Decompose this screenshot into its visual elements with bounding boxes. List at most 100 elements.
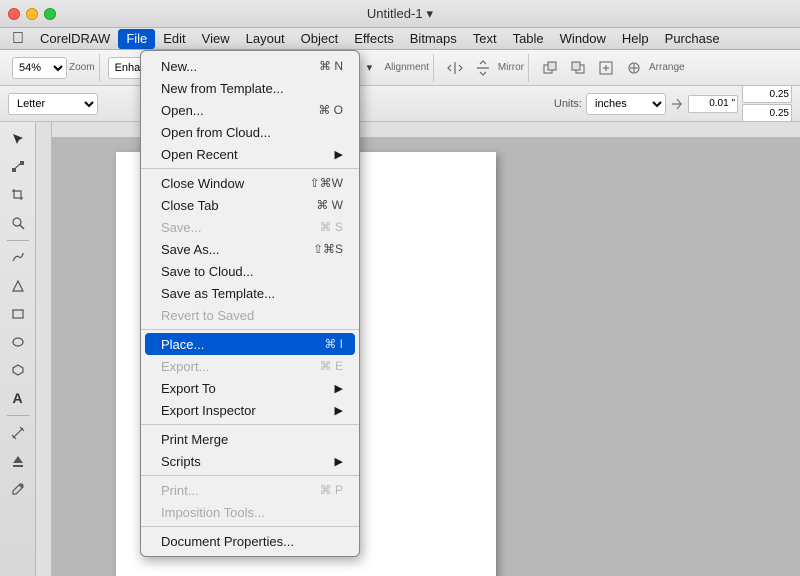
arrange-icon-2 bbox=[571, 61, 585, 75]
menu-sep-4 bbox=[141, 475, 359, 476]
close-button[interactable] bbox=[8, 8, 20, 20]
eyedrop-tool-btn[interactable] bbox=[5, 476, 31, 502]
menu-file[interactable]: File bbox=[118, 29, 155, 49]
units-label: Units: bbox=[554, 98, 582, 110]
maximize-button[interactable] bbox=[44, 8, 56, 20]
title-text: Untitled-1 bbox=[367, 6, 423, 21]
nudge-input-3[interactable] bbox=[742, 104, 792, 122]
ellipse-icon bbox=[11, 335, 25, 349]
polygon-tool-btn[interactable] bbox=[5, 357, 31, 383]
arrange-btn-3[interactable] bbox=[593, 56, 619, 80]
menu-print[interactable]: Print... ⌘ P bbox=[141, 479, 359, 501]
parallel-tool-btn[interactable] bbox=[5, 420, 31, 446]
traffic-lights bbox=[8, 8, 56, 20]
apple-menu[interactable]:  bbox=[4, 29, 32, 49]
menu-window[interactable]: Window bbox=[552, 29, 614, 49]
menu-close-window[interactable]: Close Window ⇧⌘W bbox=[141, 172, 359, 194]
select-icon bbox=[11, 132, 25, 146]
menu-bitmaps[interactable]: Bitmaps bbox=[402, 29, 465, 49]
mirror-group: Mirror bbox=[438, 54, 529, 82]
menu-edit[interactable]: Edit bbox=[155, 29, 193, 49]
crop-tool-btn[interactable] bbox=[5, 182, 31, 208]
arrange-group: Arrange bbox=[533, 54, 689, 82]
zoom-icon bbox=[11, 216, 25, 230]
menu-scripts[interactable]: Scripts ▶ bbox=[141, 450, 359, 472]
menu-open-cloud[interactable]: Open from Cloud... bbox=[141, 121, 359, 143]
node-tool-btn[interactable] bbox=[5, 154, 31, 180]
menubar:  CorelDRAW File Edit View Layout Object… bbox=[0, 28, 800, 50]
menu-sep-5 bbox=[141, 526, 359, 527]
ellipse-tool-btn[interactable] bbox=[5, 329, 31, 355]
node-icon bbox=[11, 160, 25, 174]
minimize-button[interactable] bbox=[26, 8, 38, 20]
menu-purchase[interactable]: Purchase bbox=[657, 29, 728, 49]
menu-effects[interactable]: Effects bbox=[346, 29, 402, 49]
parallel-icon bbox=[11, 426, 25, 440]
nudge-input-2[interactable] bbox=[742, 85, 792, 103]
mirror-h-btn[interactable] bbox=[442, 56, 468, 80]
menu-revert[interactable]: Revert to Saved bbox=[141, 304, 359, 326]
menu-open-recent[interactable]: Open Recent ▶ bbox=[141, 143, 359, 165]
menu-save-cloud[interactable]: Save to Cloud... bbox=[141, 260, 359, 282]
menu-export-to[interactable]: Export To ▶ bbox=[141, 377, 359, 399]
menu-view[interactable]: View bbox=[194, 29, 238, 49]
rect-icon bbox=[11, 307, 25, 321]
alignment-label: Alignment bbox=[384, 62, 428, 73]
zoom-group: 54% 100% 200% Zoom bbox=[8, 54, 100, 82]
arrange-btn-4[interactable] bbox=[621, 56, 647, 80]
menu-help[interactable]: Help bbox=[614, 29, 657, 49]
rect-tool-btn[interactable] bbox=[5, 301, 31, 327]
mirror-v-icon bbox=[475, 60, 491, 76]
menu-doc-props[interactable]: Document Properties... bbox=[141, 530, 359, 552]
toolbar-main: 54% 100% 200% Zoom Enhanced Normal Draft… bbox=[0, 50, 800, 86]
eyedrop-icon bbox=[11, 482, 25, 496]
title-chevron: ▾ bbox=[427, 6, 434, 22]
arrange-btn-1[interactable] bbox=[537, 56, 563, 80]
menu-save-as[interactable]: Save As... ⇧⌘S bbox=[141, 238, 359, 260]
crop-icon bbox=[11, 188, 25, 202]
tool-sep-2 bbox=[7, 415, 29, 416]
menu-place[interactable]: Place... ⌘ I bbox=[145, 333, 355, 355]
mirror-label: Mirror bbox=[498, 62, 524, 73]
menu-export-inspector[interactable]: Export Inspector ▶ bbox=[141, 399, 359, 421]
menu-coreldraw[interactable]: CorelDRAW bbox=[32, 29, 118, 49]
menu-open[interactable]: Open... ⌘ O bbox=[141, 99, 359, 121]
fill-tool-btn[interactable] bbox=[5, 448, 31, 474]
mirror-v-btn[interactable] bbox=[470, 56, 496, 80]
menu-layout[interactable]: Layout bbox=[238, 29, 293, 49]
freehand-tool-btn[interactable] bbox=[5, 245, 31, 271]
freehand-icon bbox=[11, 251, 25, 265]
toolbox: A bbox=[0, 122, 36, 576]
arrange-btn-2[interactable] bbox=[565, 56, 591, 80]
ruler-vertical bbox=[36, 122, 52, 576]
arrange-icon-3 bbox=[599, 61, 613, 75]
menu-save[interactable]: Save... ⌘ S bbox=[141, 216, 359, 238]
menu-save-template[interactable]: Save as Template... bbox=[141, 282, 359, 304]
align-dropdown[interactable]: ▾ bbox=[356, 56, 382, 80]
select-tool-btn[interactable] bbox=[5, 126, 31, 152]
units-select[interactable]: inches centimeters millimeters pixels bbox=[586, 93, 666, 115]
zoom-label: Zoom bbox=[69, 62, 95, 73]
mirror-h-icon bbox=[447, 60, 463, 76]
menu-new-template[interactable]: New from Template... bbox=[141, 77, 359, 99]
menu-close-tab[interactable]: Close Tab ⌘ W bbox=[141, 194, 359, 216]
shape-tool-btn[interactable] bbox=[5, 273, 31, 299]
menu-text[interactable]: Text bbox=[465, 29, 505, 49]
toolbar-secondary: Letter Units: inches centimeters millime… bbox=[0, 86, 800, 122]
font-select[interactable]: Letter bbox=[8, 93, 98, 115]
nudge-pair bbox=[742, 85, 792, 122]
units-group: Units: inches centimeters millimeters pi… bbox=[554, 85, 792, 122]
zoom-tool-btn[interactable] bbox=[5, 210, 31, 236]
menu-sep-3 bbox=[141, 424, 359, 425]
menu-imposition[interactable]: Imposition Tools... bbox=[141, 501, 359, 523]
shape-icon bbox=[11, 279, 25, 293]
menu-object[interactable]: Object bbox=[293, 29, 347, 49]
menu-print-merge[interactable]: Print Merge bbox=[141, 428, 359, 450]
zoom-select[interactable]: 54% 100% 200% bbox=[12, 57, 67, 79]
menu-export[interactable]: Export... ⌘ E bbox=[141, 355, 359, 377]
nudge-input-1[interactable] bbox=[688, 95, 738, 113]
menu-table[interactable]: Table bbox=[505, 29, 552, 49]
titlebar: Untitled-1 ▾ bbox=[0, 0, 800, 28]
menu-new[interactable]: New... ⌘ N bbox=[141, 55, 359, 77]
text-tool-btn[interactable]: A bbox=[5, 385, 31, 411]
